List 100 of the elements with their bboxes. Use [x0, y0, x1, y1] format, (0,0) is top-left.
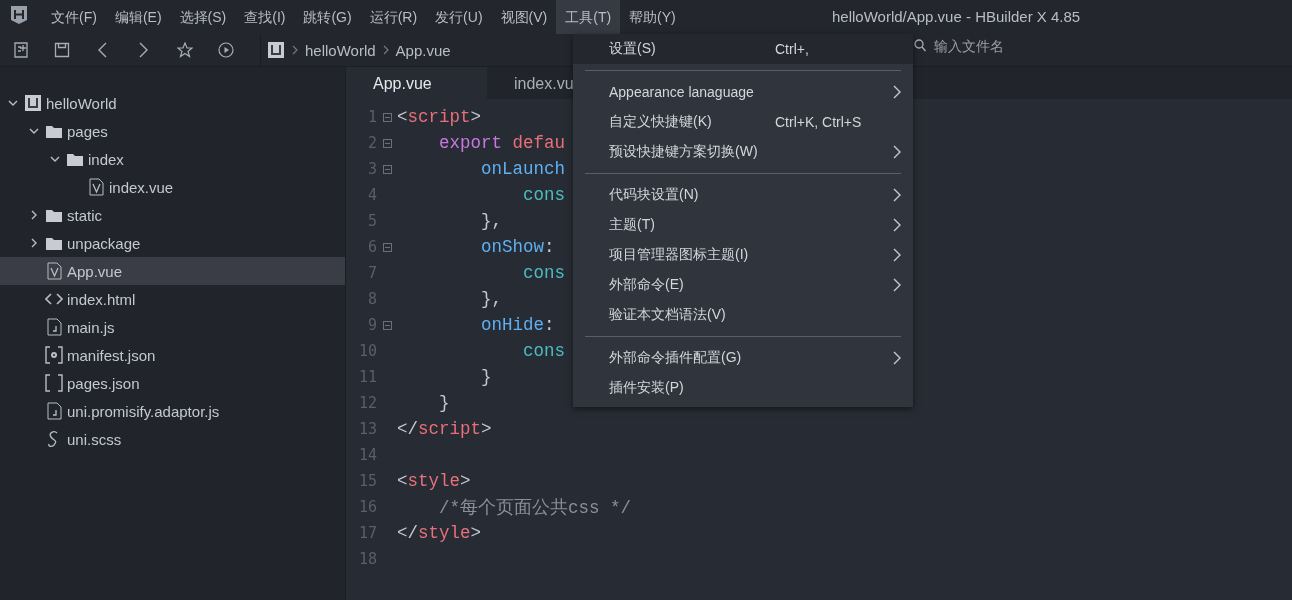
code-brackets-icon — [44, 293, 63, 305]
tree-item[interactable]: manifest.json — [0, 341, 345, 369]
menu-option[interactable]: 外部命令(E) — [573, 270, 913, 300]
menu-option[interactable]: 插件安装(P) — [573, 373, 913, 403]
fold-icon[interactable] — [382, 164, 392, 174]
code-line: cons — [522, 185, 566, 205]
code-line: onLaunch — [480, 159, 566, 179]
menu-item[interactable]: 跳转(G) — [294, 0, 361, 34]
tree-label: uni.promisify.adaptor.js — [67, 402, 220, 420]
chevron-down-icon[interactable] — [28, 128, 39, 134]
square-brackets-icon — [44, 374, 63, 392]
tree-label: main.js — [67, 318, 115, 336]
tree-item[interactable]: index.html — [0, 285, 345, 313]
code-line: </style> — [397, 523, 482, 543]
code-line: /*每个页面公共css */ — [438, 497, 632, 519]
code-line: cons — [522, 341, 566, 361]
menu-item[interactable]: 运行(R) — [360, 0, 427, 34]
menu-item[interactable]: 工具(T) — [556, 0, 621, 34]
code-line: } — [480, 367, 492, 387]
forward-icon — [139, 42, 148, 58]
fold-icon[interactable] — [382, 242, 392, 252]
menu-item[interactable]: 发行(U) — [426, 0, 492, 34]
chevron-right-icon[interactable] — [30, 238, 37, 248]
code-line: onHide: — [480, 315, 555, 335]
tree-item[interactable]: main.js — [0, 313, 345, 341]
tree-item[interactable]: index.vue — [0, 173, 345, 201]
menu-option[interactable]: 预设快捷键方案切换(W) — [573, 137, 913, 167]
code-line: } — [438, 393, 450, 413]
menu-item[interactable]: 帮助(Y) — [620, 0, 685, 34]
menu-option[interactable]: 设置(S) Ctrl+, — [573, 34, 913, 64]
project-icon — [23, 94, 42, 112]
fold-icon[interactable] — [382, 320, 392, 330]
menu-option[interactable]: 外部命令插件配置(G) — [573, 343, 913, 373]
menu-item[interactable]: 查找(I) — [235, 0, 295, 34]
tree-label: index.html — [67, 290, 136, 308]
menu-option[interactable]: 项目管理器图标主题(I) — [573, 240, 913, 270]
folder-icon — [44, 123, 63, 139]
code-line: }, — [480, 211, 503, 231]
back-icon — [98, 42, 107, 58]
run-icon — [217, 42, 234, 58]
chevron-right-icon — [292, 45, 298, 55]
fold-icon[interactable] — [382, 138, 392, 148]
search-field[interactable]: 输入文件名 — [932, 37, 1136, 55]
folder-icon — [65, 151, 84, 167]
project-icon — [267, 41, 285, 59]
menu-item[interactable]: 编辑(E) — [105, 0, 171, 34]
search-icon — [914, 39, 926, 53]
gear-file-icon — [44, 346, 63, 364]
tree-item[interactable]: App.vue — [0, 257, 345, 285]
tree-label: uni.scss — [67, 430, 122, 448]
editor-tab[interactable]: App.vue — [346, 67, 487, 99]
tree-label: helloWorld — [46, 94, 117, 112]
chevron-right-icon[interactable] — [30, 210, 37, 220]
vue-file-icon — [45, 262, 62, 280]
js-file-icon — [45, 318, 62, 336]
tree-item[interactable]: helloWorld — [0, 89, 345, 117]
menu-item[interactable]: 视图(V) — [491, 0, 557, 34]
folder-icon — [44, 235, 63, 251]
fold-icon[interactable] — [382, 112, 392, 122]
chevron-right-icon — [382, 45, 389, 55]
tree-label: static — [67, 206, 102, 224]
menu-option[interactable]: 主题(T) — [573, 210, 913, 240]
code-line: onShow: — [480, 237, 555, 257]
tree-label: manifest.json — [67, 346, 156, 364]
tree-item[interactable]: pages — [0, 117, 345, 145]
chevron-down-icon[interactable] — [7, 100, 18, 106]
js-file-icon — [45, 402, 62, 420]
tree-label: App.vue — [67, 262, 123, 280]
chevron-down-icon[interactable] — [49, 156, 60, 162]
breadcrumb-item[interactable]: App.vue — [395, 41, 451, 59]
breadcrumb-item[interactable]: helloWorld — [305, 41, 376, 59]
tree-label: unpackage — [67, 234, 141, 252]
app-logo-icon — [10, 5, 28, 25]
tree-label: pages.json — [67, 374, 140, 392]
folder-icon — [44, 207, 63, 223]
tree-label: pages — [67, 122, 108, 140]
code-line: </script> — [397, 419, 492, 439]
tree-item[interactable]: unpackage — [0, 229, 345, 257]
star-icon — [176, 42, 193, 58]
save-icon — [53, 42, 70, 58]
tree-label: index.vue — [109, 178, 174, 196]
menu-item[interactable]: 选择(S) — [170, 0, 236, 34]
code-line: export defau — [438, 133, 566, 153]
vue-file-icon — [87, 178, 104, 196]
tree-item[interactable]: pages.json — [0, 369, 345, 397]
tree-label: index — [88, 150, 124, 168]
code-line: <script> — [397, 107, 482, 127]
new-file-icon — [12, 42, 29, 58]
code-line: }, — [480, 289, 503, 309]
tree-item[interactable]: index — [0, 145, 345, 173]
code-line: cons — [522, 263, 566, 283]
menu-option[interactable]: 代码块设置(N) — [573, 180, 913, 210]
tree-item[interactable]: static — [0, 201, 345, 229]
menu-option[interactable]: 自定义快捷键(K) Ctrl+K, Ctrl+S — [573, 107, 913, 137]
tree-item[interactable]: uni.scss — [0, 425, 345, 453]
tree-item[interactable]: uni.promisify.adaptor.js — [0, 397, 345, 425]
window-title: helloWorld/App.vue - HBuilder X 4.85 — [832, 7, 1081, 27]
menu-item[interactable]: 文件(F) — [42, 0, 106, 34]
code-line: <style> — [397, 471, 471, 491]
menu-option[interactable]: 验证本文档语法(V) — [573, 300, 913, 330]
